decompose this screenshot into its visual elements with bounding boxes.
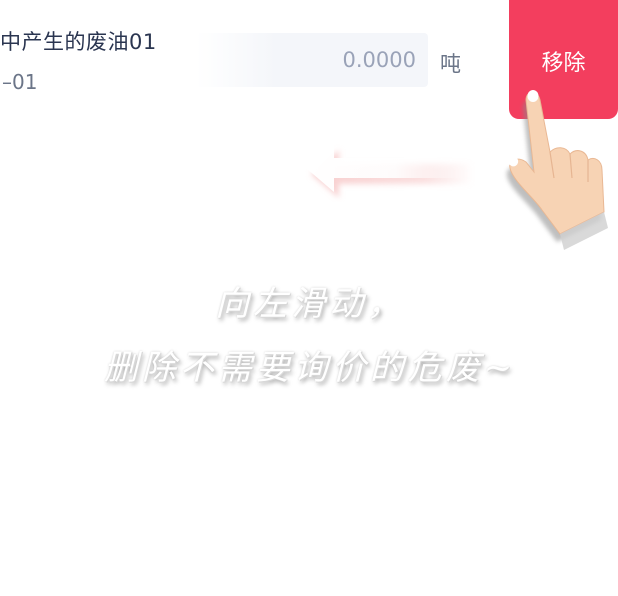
guide-text-line-2: 删除不需要询价的危废~: [103, 348, 517, 388]
quantity-input[interactable]: [196, 33, 428, 87]
swipe-guide-screen: 中产生的废油01 –01 吨 移除: [0, 0, 618, 596]
waste-item-code: –01: [2, 70, 38, 94]
guide-text-line-1: 向左滑动，: [215, 284, 405, 324]
quantity-unit: 吨: [440, 52, 461, 76]
waste-item-title: 中产生的废油01: [0, 30, 157, 54]
remove-button-label: 移除: [541, 50, 586, 76]
pointing-hand-icon: [506, 90, 608, 250]
swipe-left-arrow-icon: [306, 144, 473, 198]
